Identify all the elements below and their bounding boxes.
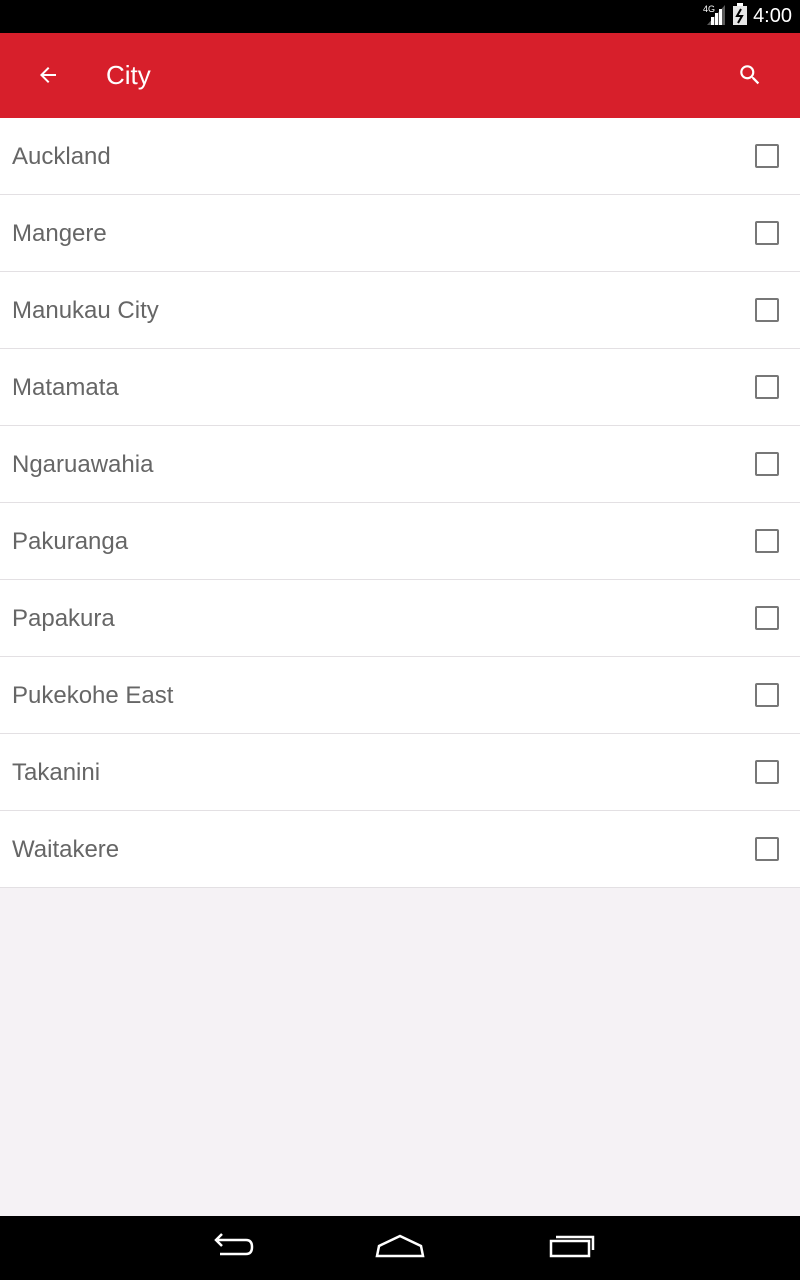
city-checkbox[interactable] xyxy=(755,144,779,168)
app-bar: City xyxy=(0,33,800,118)
nav-recents-button[interactable] xyxy=(540,1224,604,1272)
back-button[interactable] xyxy=(24,53,72,101)
status-time: 4:00 xyxy=(753,5,792,27)
signal-icon: 4G xyxy=(703,3,727,30)
battery-icon xyxy=(733,3,748,30)
city-list: Auckland Mangere Manukau City Matamata N… xyxy=(0,118,800,888)
nav-home-button[interactable] xyxy=(368,1224,432,1272)
city-checkbox[interactable] xyxy=(755,221,779,245)
city-checkbox[interactable] xyxy=(755,683,779,707)
city-label: Ngaruawahia xyxy=(12,451,154,478)
navigation-bar xyxy=(0,1216,800,1280)
arrow-back-icon xyxy=(36,63,60,92)
recents-icon xyxy=(548,1232,596,1265)
city-label: Papakura xyxy=(12,605,115,632)
city-list-item[interactable]: Takanini xyxy=(0,734,800,811)
city-label: Pukekohe East xyxy=(12,682,174,709)
city-label: Auckland xyxy=(12,143,111,170)
city-label: Takanini xyxy=(12,759,101,786)
city-list-item[interactable]: Ngaruawahia xyxy=(0,426,800,503)
city-checkbox[interactable] xyxy=(755,375,779,399)
city-checkbox[interactable] xyxy=(755,452,779,476)
status-bar: 4G 4:00 xyxy=(0,0,800,33)
svg-text:4G: 4G xyxy=(703,4,715,14)
search-icon xyxy=(737,62,763,93)
city-list-item[interactable]: Waitakere xyxy=(0,811,800,888)
city-list-item[interactable]: Matamata xyxy=(0,349,800,426)
city-label: Pakuranga xyxy=(12,528,129,555)
nav-back-button[interactable] xyxy=(198,1224,262,1272)
home-icon xyxy=(374,1232,426,1265)
city-label: Waitakere xyxy=(12,836,120,863)
city-label: Manukau City xyxy=(12,297,159,324)
city-list-item[interactable]: Pakuranga xyxy=(0,503,800,580)
city-list-item[interactable]: Papakura xyxy=(0,580,800,657)
page-title: City xyxy=(106,60,151,90)
search-button[interactable] xyxy=(726,53,774,101)
back-icon xyxy=(206,1232,254,1265)
city-checkbox[interactable] xyxy=(755,837,779,861)
city-list-item[interactable]: Mangere xyxy=(0,195,800,272)
status-icons: 4G 4:00 xyxy=(703,0,792,33)
city-list-item[interactable]: Pukekohe East xyxy=(0,657,800,734)
city-checkbox[interactable] xyxy=(755,606,779,630)
city-label: Matamata xyxy=(12,374,119,401)
city-list-item[interactable]: Manukau City xyxy=(0,272,800,349)
city-label: Mangere xyxy=(12,220,107,247)
city-checkbox[interactable] xyxy=(755,298,779,322)
city-checkbox[interactable] xyxy=(755,760,779,784)
city-list-item[interactable]: Auckland xyxy=(0,118,800,195)
city-checkbox[interactable] xyxy=(755,529,779,553)
